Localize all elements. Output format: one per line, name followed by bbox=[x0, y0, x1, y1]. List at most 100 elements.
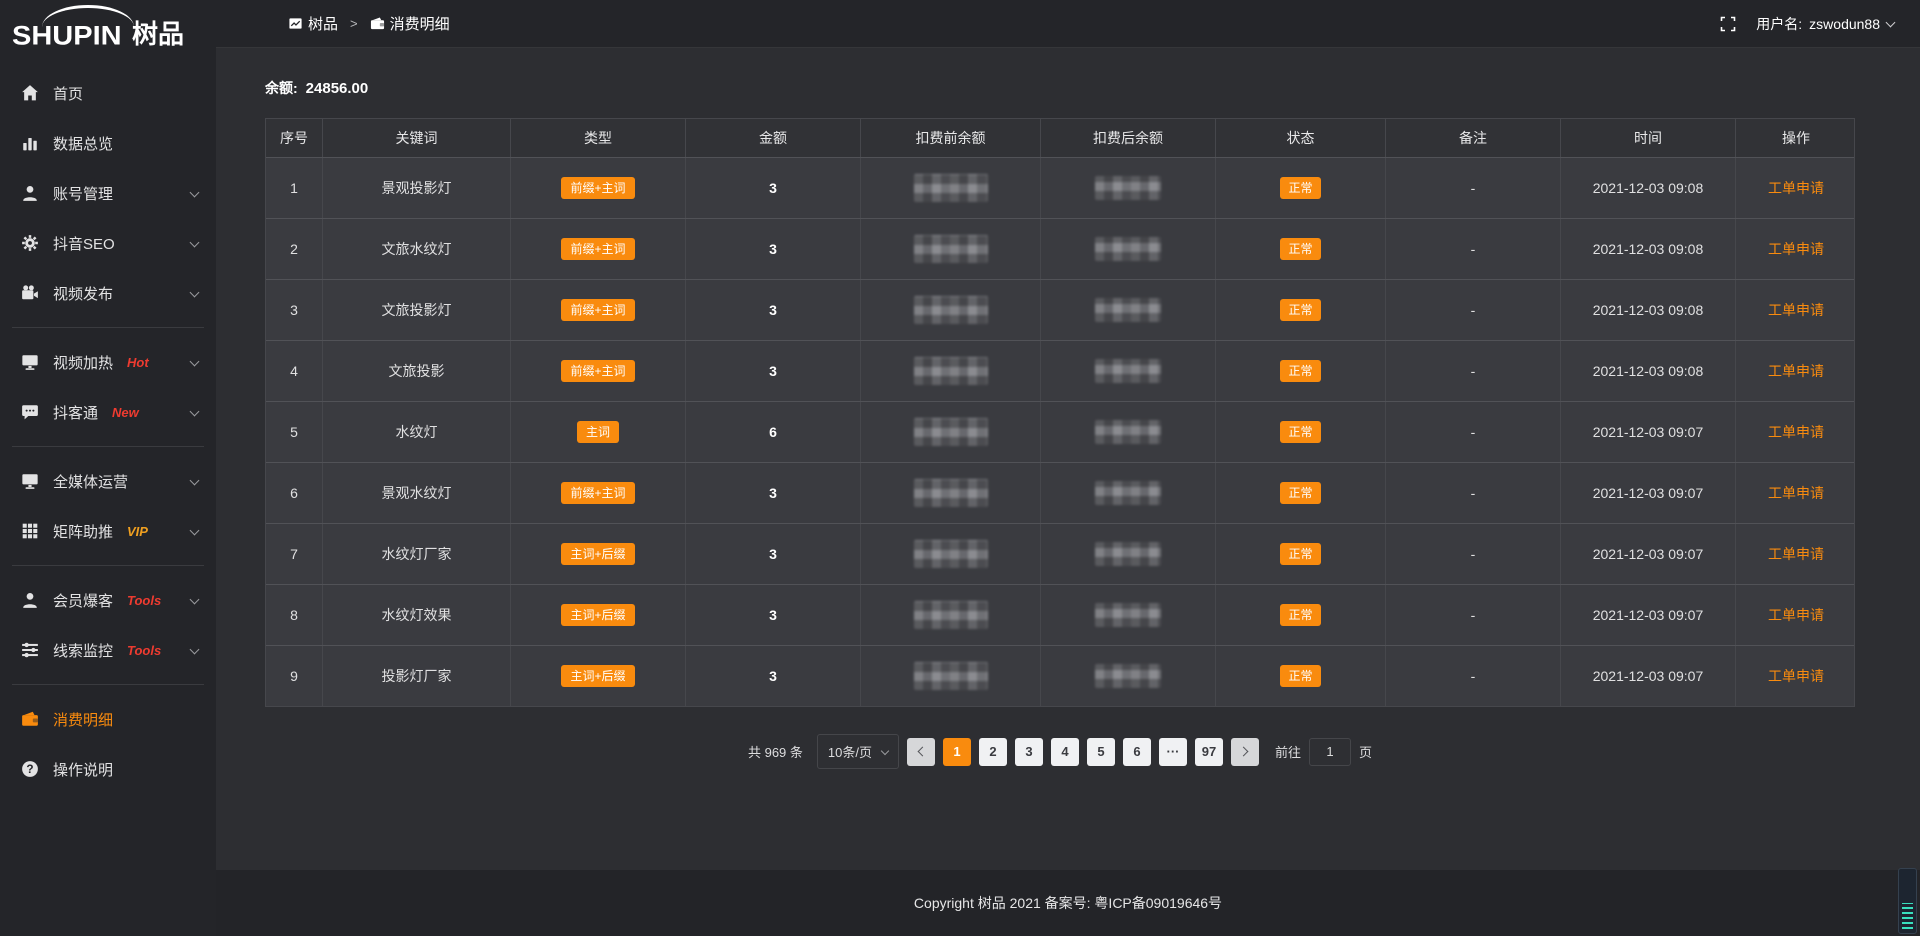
sidebar-item-抖音SEO[interactable]: 抖音SEO bbox=[0, 218, 216, 268]
sidebar-item-抖客通[interactable]: 抖客通New bbox=[0, 387, 216, 437]
table-header-row: 序号关键词类型金额扣费前余额扣费后余额状态备注时间操作 bbox=[266, 119, 1854, 157]
balance-after-cell bbox=[1041, 646, 1216, 706]
fullscreen-icon[interactable] bbox=[1720, 16, 1736, 32]
sidebar-item-会员爆客[interactable]: 会员爆客Tools bbox=[0, 575, 216, 625]
floating-widget[interactable] bbox=[1898, 868, 1917, 934]
sidebar-item-线索监控[interactable]: 线索监控Tools bbox=[0, 625, 216, 675]
ticket-request-link[interactable]: 工单申请 bbox=[1768, 422, 1824, 442]
ticket-request-link[interactable]: 工单申请 bbox=[1768, 178, 1824, 198]
keyword-cell: 文旅投影灯 bbox=[323, 280, 511, 340]
redacted-value bbox=[1095, 664, 1161, 688]
table-row: 5水纹灯主词6正常-2021-12-03 09:07工单申请 bbox=[266, 401, 1854, 462]
remark-cell: - bbox=[1386, 402, 1561, 462]
home-icon bbox=[21, 84, 39, 102]
status-cell: 正常 bbox=[1216, 158, 1386, 218]
dashboard-icon bbox=[288, 16, 303, 31]
sidebar-item-视频发布[interactable]: 视频发布 bbox=[0, 268, 216, 318]
more-pages-button[interactable]: ··· bbox=[1159, 738, 1187, 766]
status-badge: 正常 bbox=[1280, 421, 1320, 443]
action-cell: 工单申请 bbox=[1736, 219, 1856, 279]
keyword-cell: 文旅投影 bbox=[323, 341, 511, 401]
time-cell: 2021-12-03 09:07 bbox=[1561, 646, 1736, 706]
redacted-value bbox=[1095, 542, 1161, 566]
page-button-4[interactable]: 4 bbox=[1051, 738, 1079, 766]
type-cell: 前缀+主词 bbox=[511, 463, 686, 523]
status-badge: 正常 bbox=[1280, 543, 1320, 565]
ticket-request-link[interactable]: 工单申请 bbox=[1768, 239, 1824, 259]
column-header-序号: 序号 bbox=[266, 119, 323, 157]
amount-cell: 3 bbox=[686, 280, 861, 340]
sidebar-item-label: 视频加热 bbox=[53, 352, 113, 373]
sidebar-item-首页[interactable]: 首页 bbox=[0, 68, 216, 118]
column-header-扣费后余额: 扣费后余额 bbox=[1041, 119, 1216, 157]
ticket-request-link[interactable]: 工单申请 bbox=[1768, 666, 1824, 686]
sidebar-divider bbox=[12, 565, 204, 566]
page-button-1[interactable]: 1 bbox=[943, 738, 971, 766]
pagination-total: 共 969 条 bbox=[748, 742, 803, 761]
sidebar-item-label: 全媒体运营 bbox=[53, 471, 128, 492]
sidebar-item-数据总览[interactable]: 数据总览 bbox=[0, 118, 216, 168]
page-button-3[interactable]: 3 bbox=[1015, 738, 1043, 766]
gear-icon bbox=[21, 234, 39, 252]
svg-text:?: ? bbox=[26, 762, 33, 776]
type-badge: 前缀+主词 bbox=[561, 238, 634, 260]
page-button-5[interactable]: 5 bbox=[1087, 738, 1115, 766]
sidebar: SHUPIN 树品 首页数据总览账号管理抖音SEO视频发布视频加热Hot抖客通N… bbox=[0, 0, 216, 936]
amount-cell: 3 bbox=[686, 524, 861, 584]
sidebar-item-全媒体运营[interactable]: 全媒体运营 bbox=[0, 456, 216, 506]
row-index-cell: 2 bbox=[266, 219, 323, 279]
sidebar-item-账号管理[interactable]: 账号管理 bbox=[0, 168, 216, 218]
balance-before-cell bbox=[861, 585, 1041, 645]
breadcrumb-item-树品[interactable]: 树品 bbox=[288, 13, 338, 34]
prev-page-button[interactable] bbox=[907, 738, 935, 766]
time-cell: 2021-12-03 09:08 bbox=[1561, 219, 1736, 279]
remark-cell: - bbox=[1386, 646, 1561, 706]
ticket-request-link[interactable]: 工单申请 bbox=[1768, 605, 1824, 625]
user-icon bbox=[21, 184, 39, 202]
sidebar-menu: 首页数据总览账号管理抖音SEO视频发布视频加热Hot抖客通New 全媒体运营矩阵助… bbox=[0, 68, 216, 794]
breadcrumb-label: 消费明细 bbox=[390, 13, 450, 34]
ticket-request-link[interactable]: 工单申请 bbox=[1768, 544, 1824, 564]
page-size-select[interactable]: 10条/页 bbox=[817, 734, 899, 769]
action-cell: 工单申请 bbox=[1736, 341, 1856, 401]
table-row: 7水纹灯厂家主词+后缀3正常-2021-12-03 09:07工单申请 bbox=[266, 523, 1854, 584]
breadcrumb-item-消费明细[interactable]: 消费明细 bbox=[370, 13, 450, 34]
page-button-6[interactable]: 6 bbox=[1123, 738, 1151, 766]
ticket-request-link[interactable]: 工单申请 bbox=[1768, 361, 1824, 381]
chevron-down-icon bbox=[190, 476, 200, 486]
type-cell: 主词+后缀 bbox=[511, 646, 686, 706]
sidebar-badge: Tools bbox=[127, 593, 161, 608]
redacted-value bbox=[914, 601, 988, 629]
time-cell: 2021-12-03 09:08 bbox=[1561, 158, 1736, 218]
user-menu[interactable]: 用户名: zswodun88 bbox=[1756, 14, 1894, 34]
type-cell: 主词+后缀 bbox=[511, 524, 686, 584]
page-button-97[interactable]: 97 bbox=[1195, 738, 1223, 766]
column-header-时间: 时间 bbox=[1561, 119, 1736, 157]
amount-cell: 3 bbox=[686, 585, 861, 645]
table-row: 3文旅投影灯前缀+主词3正常-2021-12-03 09:08工单申请 bbox=[266, 279, 1854, 340]
sidebar-item-操作说明[interactable]: ? 操作说明 bbox=[0, 744, 216, 794]
screen-icon bbox=[21, 353, 39, 371]
ticket-request-link[interactable]: 工单申请 bbox=[1768, 300, 1824, 320]
ticket-request-link[interactable]: 工单申请 bbox=[1768, 483, 1824, 503]
next-page-button[interactable] bbox=[1231, 738, 1259, 766]
sidebar-item-视频加热[interactable]: 视频加热Hot bbox=[0, 337, 216, 387]
table-row: 1景观投影灯前缀+主词3正常-2021-12-03 09:08工单申请 bbox=[266, 157, 1854, 218]
row-index-cell: 8 bbox=[266, 585, 323, 645]
chevron-down-icon bbox=[1886, 17, 1896, 27]
logo-text-en: SHUPIN bbox=[12, 21, 122, 51]
sidebar-item-矩阵助推[interactable]: 矩阵助推VIP bbox=[0, 506, 216, 556]
page-size-value: 10条/页 bbox=[828, 742, 872, 761]
sidebar-item-label: 首页 bbox=[53, 83, 83, 104]
sidebar-item-消费明细[interactable]: 消费明细 bbox=[0, 694, 216, 744]
chevron-down-icon bbox=[190, 188, 200, 198]
sidebar-item-label: 操作说明 bbox=[53, 759, 113, 780]
redacted-value bbox=[914, 174, 988, 202]
balance-after-cell bbox=[1041, 158, 1216, 218]
goto-page-input[interactable] bbox=[1309, 738, 1351, 766]
column-header-扣费前余额: 扣费前余额 bbox=[861, 119, 1041, 157]
amount-cell: 3 bbox=[686, 646, 861, 706]
type-badge: 主词+后缀 bbox=[561, 604, 634, 626]
balance-label: 余额: bbox=[265, 80, 298, 96]
page-button-2[interactable]: 2 bbox=[979, 738, 1007, 766]
